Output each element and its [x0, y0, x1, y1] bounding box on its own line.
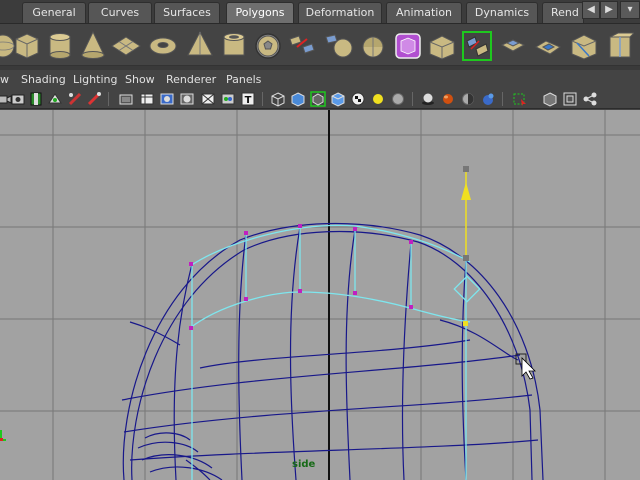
wireframe-on-shaded-icon[interactable] [310, 91, 326, 107]
camera-name-label: side [292, 459, 316, 470]
anti-aliasing-icon[interactable] [460, 91, 476, 107]
toolbar-separator [412, 92, 413, 106]
field-chart-icon[interactable] [159, 91, 175, 107]
checker-texture-icon[interactable] [350, 91, 366, 107]
tab-animation[interactable]: Animation [386, 2, 462, 23]
panel-toolbar: T [0, 90, 640, 109]
use-all-lights-icon[interactable] [370, 91, 386, 107]
smooth-shading-icon[interactable] [290, 91, 306, 107]
side-viewport[interactable]: side [0, 110, 640, 480]
motion-blur-icon[interactable] [440, 91, 456, 107]
shelf-scroll-left-icon[interactable]: ◀ [582, 1, 600, 19]
isolate-select-icon[interactable] [512, 91, 528, 107]
tab-deformation[interactable]: Deformation [298, 2, 382, 23]
viewport-grid [0, 110, 640, 480]
toolbar-separator [262, 92, 263, 106]
textured-icon[interactable] [330, 91, 346, 107]
resolution-gate-icon[interactable] [118, 91, 134, 107]
extrude-icon[interactable] [498, 29, 528, 61]
grease-pencil-icon[interactable] [67, 91, 83, 107]
pipe-icon[interactable] [219, 29, 249, 61]
image-plane-icon[interactable] [47, 91, 63, 107]
panel-menu-bar: w Shading Lighting Show Renderer Panels [0, 70, 640, 90]
menu-panels[interactable]: Panels [226, 72, 261, 88]
viewport-scene [0, 110, 640, 480]
shelf-scroll-right-icon[interactable]: ▶ [600, 1, 618, 19]
screen-space-ao-icon[interactable] [420, 91, 436, 107]
wireframe-shading-icon[interactable] [270, 91, 286, 107]
tab-general[interactable]: General [22, 2, 86, 23]
xray-joints-icon[interactable] [562, 91, 578, 107]
text-icon[interactable]: T [240, 91, 256, 107]
smooth-proxy-icon[interactable] [427, 29, 457, 61]
selected-edge-loop[interactable] [189, 224, 481, 480]
bridge-icon[interactable] [462, 29, 492, 61]
shadows-icon[interactable] [390, 91, 406, 107]
menu-lighting[interactable]: Lighting [73, 72, 117, 88]
tab-rendering[interactable]: Rend [542, 2, 584, 23]
svg-text:T: T [245, 95, 252, 106]
toolbar-separator [502, 92, 503, 106]
polygons-shelf [0, 24, 640, 66]
torus-icon[interactable] [148, 29, 178, 61]
extract-icon[interactable] [358, 29, 388, 61]
toolbar-separator [108, 92, 109, 106]
plane-icon[interactable] [111, 29, 141, 61]
append-icon[interactable] [533, 29, 563, 61]
tab-dynamics[interactable]: Dynamics [466, 2, 538, 23]
camera-attributes-icon[interactable] [10, 91, 26, 107]
2d-pan-zoom-icon[interactable] [86, 91, 102, 107]
tab-curves[interactable]: Curves [88, 2, 152, 23]
bookmarks-icon[interactable] [28, 91, 44, 107]
menu-shading[interactable]: Shading [21, 72, 66, 88]
separate-icon[interactable] [323, 29, 353, 61]
insert-loop-icon[interactable] [604, 29, 636, 61]
tab-polygons[interactable]: Polygons [226, 2, 294, 23]
split-icon[interactable] [569, 29, 599, 61]
menu-show[interactable]: Show [125, 72, 155, 88]
combine-icon[interactable] [287, 29, 317, 61]
selected-vertices[interactable] [189, 224, 413, 330]
cone-icon[interactable] [78, 29, 108, 61]
view-axis-icon [0, 430, 6, 441]
menu-view[interactable]: w [0, 72, 9, 88]
smooth-icon[interactable] [393, 29, 423, 61]
depth-of-field-icon[interactable] [480, 91, 496, 107]
shelf-menu-icon[interactable]: ▾ [620, 1, 640, 19]
safe-title-icon[interactable] [200, 91, 216, 107]
tab-surfaces[interactable]: Surfaces [154, 2, 220, 23]
soccer-ball-icon[interactable] [253, 29, 283, 61]
shelf-tab-bar: General Curves Surfaces Polygons Deforma… [0, 0, 640, 24]
xray-active-components-icon[interactable] [582, 91, 598, 107]
menu-renderer[interactable]: Renderer [166, 72, 216, 88]
xray-icon[interactable] [542, 91, 558, 107]
prism-icon[interactable] [185, 29, 215, 61]
cylinder-icon[interactable] [45, 29, 75, 61]
head-wireframe-mesh[interactable] [121, 222, 544, 480]
safe-action-icon[interactable] [179, 91, 195, 107]
film-gate-icon[interactable] [139, 91, 155, 107]
gate-mask-icon[interactable] [220, 91, 236, 107]
cube-icon[interactable] [12, 29, 42, 61]
